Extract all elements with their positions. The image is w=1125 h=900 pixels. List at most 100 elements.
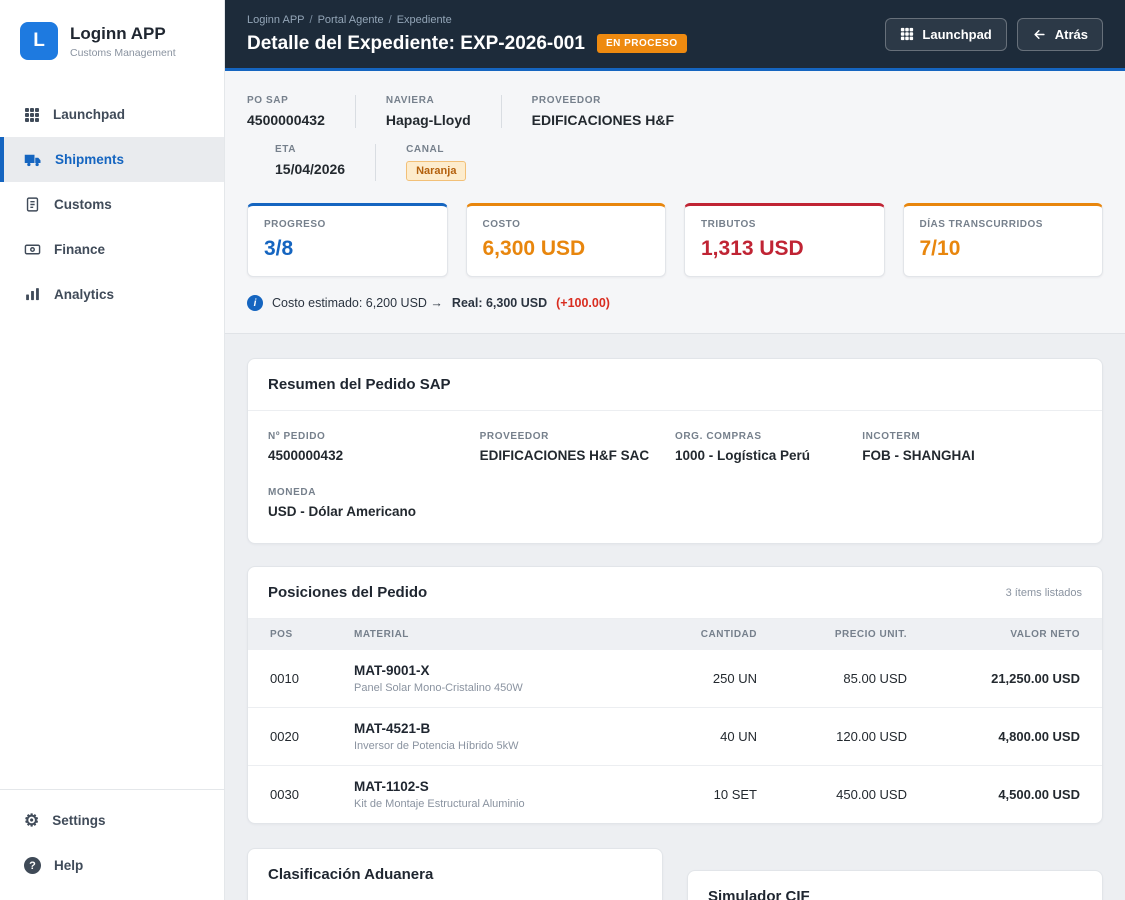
cell-pos: 0030 <box>248 765 344 823</box>
field-label: PROVEEDOR <box>531 95 601 106</box>
material-code: MAT-1102-S <box>354 779 429 794</box>
sidebar-item-launchpad[interactable]: Launchpad <box>0 92 224 137</box>
sidebar-item-label: Shipments <box>55 152 125 167</box>
kpi-costo: COSTO 6,300 USD <box>465 203 666 277</box>
sidebar-item-help[interactable]: Help <box>0 843 224 888</box>
cost-delta-text: (+100.00) <box>556 296 610 310</box>
grid-icon <box>25 107 39 122</box>
kpi-row: PROGRESO 3/8 COSTO 6,300 USD TRIBUTOS 1,… <box>247 203 1103 277</box>
app-root: L Loginn APP Customs Management Launchpa… <box>0 0 1125 900</box>
grid-icon <box>901 27 914 41</box>
page-title-text: Detalle del Expediente: EXP-2026-001 <box>247 32 585 54</box>
cell-pos: 0010 <box>270 671 299 686</box>
field-eta: ETA 15/04/2026 <box>275 144 375 181</box>
table-row: 0030 MAT-1102-S Kit de Montaje Estructur… <box>248 765 1102 823</box>
summary-row-2: ETA 15/04/2026 CANAL Naranja <box>275 144 1103 181</box>
field-label: PO SAP <box>247 95 289 106</box>
field-value: 4500000432 <box>247 112 325 128</box>
field-label: ORG. COMPRAS <box>674 431 762 442</box>
brand: L Loginn APP Customs Management <box>0 0 224 78</box>
cell-precio: 85.00 USD <box>843 671 907 686</box>
back-button-label: Atrás <box>1054 26 1088 42</box>
kpi-value: 6,300 USD <box>482 237 586 260</box>
material-desc: Inversor de Potencia Híbrido 5kW <box>354 740 519 752</box>
chart-icon <box>26 288 39 301</box>
field-value: 15/04/2026 <box>275 161 346 177</box>
material-desc: Panel Solar Mono-Cristalino 450W <box>354 682 523 694</box>
positions-card: Posiciones del Pedido 3 ítems listados P… <box>247 566 1103 824</box>
launchpad-button[interactable]: Launchpad <box>885 17 1007 51</box>
kpi-label: COSTO <box>482 219 521 230</box>
cell-valor: 21,250.00 USD <box>991 671 1080 686</box>
sidebar-footer: Settings Help <box>0 789 224 888</box>
order-summary-card: Resumen del Pedido SAP Nº PEDIDO 4500000… <box>247 358 1103 544</box>
sidebar-item-customs[interactable]: Customs <box>0 182 224 227</box>
field-value: EDIFICACIONES H&F <box>531 112 674 128</box>
field-label: CANAL <box>406 144 445 155</box>
breadcrumb-separator: / <box>388 13 392 26</box>
col-precio: PRECIO UNIT. <box>767 619 917 650</box>
order-summary-fields: Nº PEDIDO 4500000432 PROVEEDOR EDIFICACI… <box>248 411 1102 543</box>
truck-icon <box>24 154 41 166</box>
field-n-pedido: Nº PEDIDO 4500000432 <box>268 431 480 463</box>
field-label: NAVIERA <box>385 95 435 106</box>
app-name: Loginn APP <box>70 23 166 43</box>
field-label: PROVEEDOR <box>479 431 549 442</box>
sidebar-item-settings[interactable]: Settings <box>0 798 224 843</box>
cif-simulator-card: Simulador CIF <box>687 870 1103 900</box>
field-value: FOB - SHANGHAI <box>862 448 975 463</box>
field-value: Hapag-Lloyd <box>385 112 471 128</box>
field-label: Nº PEDIDO <box>268 431 326 442</box>
sidebar-item-finance[interactable]: Finance <box>0 227 224 272</box>
cell-precio: 120.00 USD <box>767 707 917 766</box>
page-header: Loginn APP / Portal Agente / Expediente Deta… <box>225 0 1125 71</box>
sidebar: L Loginn APP Customs Management Launchpa… <box>0 0 225 900</box>
breadcrumb-item[interactable]: Loginn APP <box>247 14 305 26</box>
table-row: 0010 MAT-9001-X Panel Solar Mono-Cristal… <box>248 650 1102 708</box>
sidebar-item-shipments[interactable]: Shipments <box>0 137 224 182</box>
items-count: 3 ítems listados <box>1005 586 1082 599</box>
field-proveedor: PROVEEDOR EDIFICACIONES H&F <box>500 95 704 128</box>
breadcrumb-item[interactable]: Expediente <box>397 14 452 26</box>
card-title: Resumen del Pedido SAP <box>268 376 451 393</box>
cost-real-text: Real: 6,300 USD <box>451 296 548 310</box>
col-cantidad: CANTIDAD <box>637 619 767 650</box>
card-title: Simulador CIF <box>708 888 810 900</box>
status-badge: EN PROCESO <box>596 34 687 53</box>
cell-material: MAT-9001-X Panel Solar Mono-Cristalino 4… <box>344 650 637 708</box>
cell-valor: 4,800.00 USD <box>917 707 1102 766</box>
back-button[interactable]: Atrás <box>1016 17 1103 51</box>
sidebar-nav: Launchpad Shipments Customs Finance Anal… <box>0 92 224 317</box>
app-subtitle: Customs Management <box>70 46 176 59</box>
sidebar-item-label: Customs <box>54 197 112 212</box>
field-label: MONEDA <box>268 487 317 498</box>
kpi-progreso: PROGRESO 3/8 <box>247 203 448 277</box>
document-icon <box>26 197 39 212</box>
cost-estimate-text: Costo estimado: 6,200 USD → <box>272 296 443 310</box>
field-value: 4500000432 <box>268 448 344 463</box>
lower-section: Resumen del Pedido SAP Nº PEDIDO 4500000… <box>225 334 1125 900</box>
sidebar-item-analytics[interactable]: Analytics <box>0 272 224 317</box>
kpi-dias: DÍAS TRANSCURRIDOS 7/10 <box>902 203 1103 277</box>
col-valor: VALOR NETO <box>917 619 1102 650</box>
material-code: MAT-9001-X <box>354 663 430 678</box>
kpi-value: 1,313 USD <box>701 237 804 260</box>
positions-table: POS MATERIAL CANTIDAD PRECIO UNIT. VALOR… <box>248 619 1102 823</box>
summary-band: PO SAP 4500000432 NAVIERA Hapag-Lloyd PR… <box>225 71 1125 334</box>
content: PO SAP 4500000432 NAVIERA Hapag-Lloyd PR… <box>225 71 1125 900</box>
cell-pos: 0020 <box>248 707 344 766</box>
customs-classification-card: Clasificación Aduanera <box>247 848 663 900</box>
summary-row-1: PO SAP 4500000432 NAVIERA Hapag-Lloyd PR… <box>247 95 1103 128</box>
field-proveedor-sac: PROVEEDOR EDIFICACIONES H&F SAC <box>480 431 675 463</box>
sidebar-item-label: Help <box>54 858 84 873</box>
breadcrumb-separator: / <box>309 13 313 26</box>
table-header-row: POS MATERIAL CANTIDAD PRECIO UNIT. VALOR… <box>248 619 1102 650</box>
kpi-label: TRIBUTOS <box>701 219 756 230</box>
table-row: 0020 MAT-4521-B Inversor de Potencia Híb… <box>248 707 1102 766</box>
breadcrumb-item[interactable]: Portal Agente <box>318 14 384 26</box>
cell-precio: 450.00 USD <box>767 765 917 823</box>
header-actions: Launchpad Atrás <box>885 17 1103 51</box>
cell-material: MAT-4521-B Inversor de Potencia Híbrido … <box>344 707 637 766</box>
sidebar-item-label: Finance <box>54 242 106 257</box>
gear-icon <box>24 812 39 829</box>
